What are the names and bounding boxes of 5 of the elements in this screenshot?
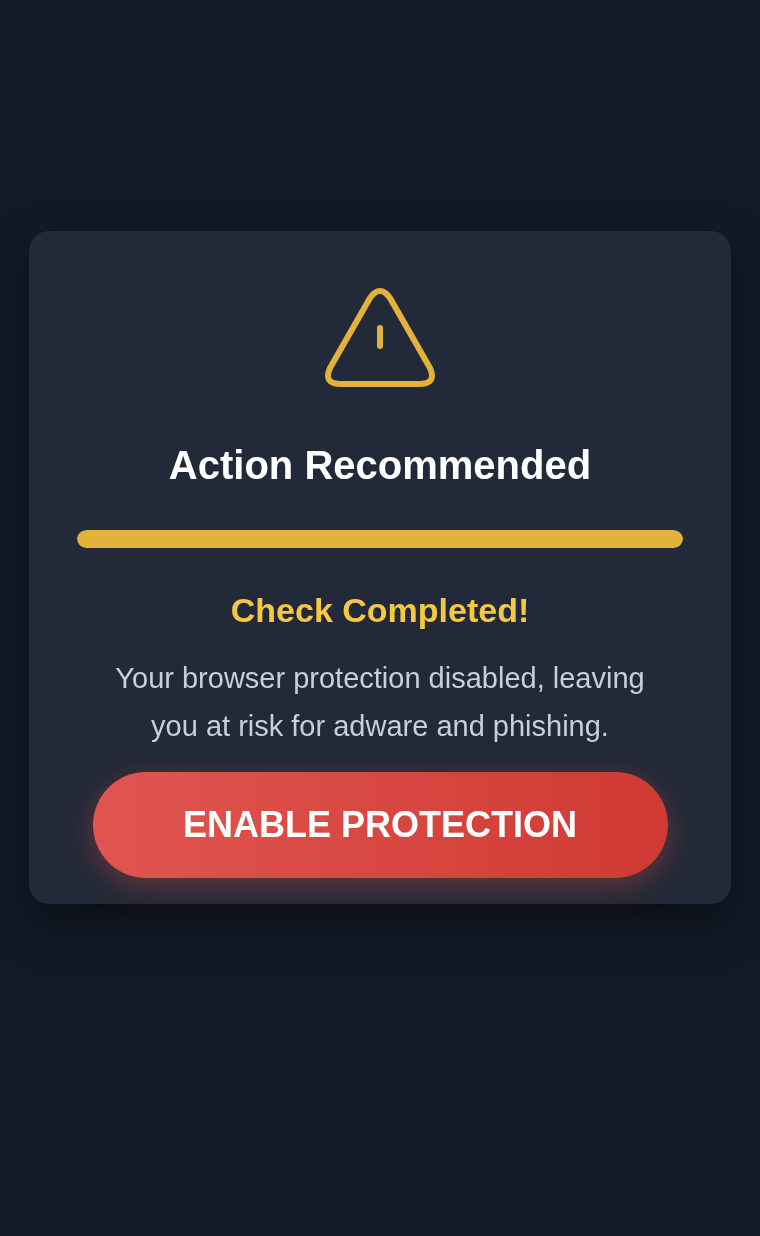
warning-icon [324,288,436,390]
enable-protection-button[interactable]: ENABLE PROTECTION [92,772,668,878]
message-text: Your browser protection disabled, leaving you at risk for adware and phishing. [114,661,646,744]
card-title: Action Recommended [168,442,592,489]
status-text: Check Completed! [230,590,530,631]
